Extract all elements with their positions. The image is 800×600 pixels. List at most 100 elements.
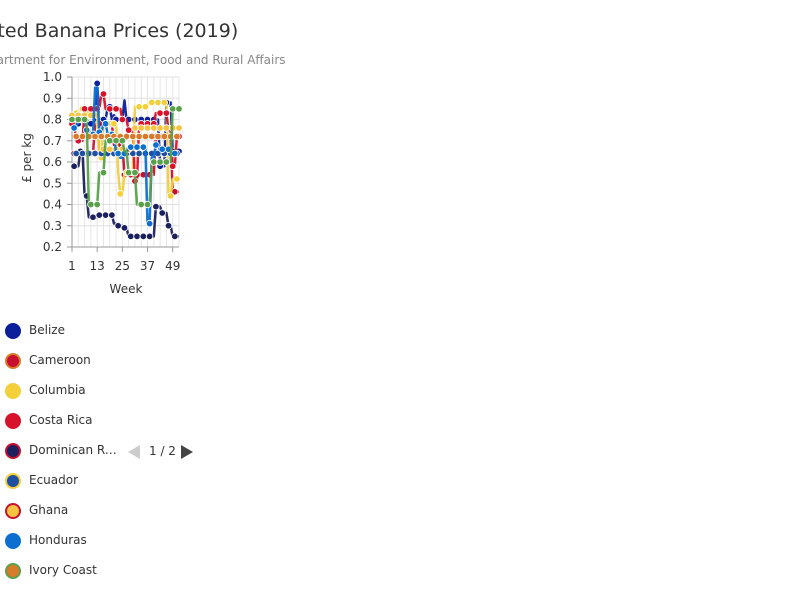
legend-label: Costa Rica <box>29 413 93 427</box>
legend-label: Dominican Re... <box>29 443 119 457</box>
data-point <box>169 105 177 113</box>
legend-item-cameroon[interactable]: Cameroon <box>0 346 140 376</box>
legend-label: Belize <box>29 323 65 337</box>
legend-item-columbia[interactable]: Columbia <box>0 376 140 406</box>
data-point <box>110 120 118 128</box>
data-point <box>162 124 171 132</box>
data-point <box>131 124 139 132</box>
data-point <box>154 132 162 141</box>
legend-marker-icon <box>5 503 21 519</box>
data-point <box>99 90 108 98</box>
data-point <box>148 98 156 107</box>
data-point <box>145 232 154 241</box>
data-point <box>175 124 183 132</box>
legend-label: Honduras <box>29 533 87 547</box>
data-point <box>173 132 181 141</box>
data-point <box>114 149 122 158</box>
data-point <box>137 200 145 209</box>
data-point <box>106 145 114 153</box>
legend-marker-icon <box>5 563 21 579</box>
x-tick-label: 37 <box>140 259 155 273</box>
x-tick-label: 49 <box>165 259 180 273</box>
data-point <box>171 149 179 158</box>
y-tick-label: 0.3 <box>43 219 62 233</box>
data-point <box>93 79 101 88</box>
data-point <box>101 120 110 128</box>
data-point <box>160 98 169 107</box>
legend-marker-icon <box>5 383 21 399</box>
y-tick-label: 0.2 <box>43 240 62 254</box>
legend-marker-icon <box>5 353 21 369</box>
data-point <box>143 200 152 209</box>
data-point <box>108 211 116 219</box>
legend-pager: 1 / 2 <box>128 443 198 461</box>
data-point <box>106 137 114 145</box>
data-point <box>135 149 143 158</box>
data-point <box>70 124 78 132</box>
data-point <box>78 149 87 158</box>
data-point <box>87 200 95 209</box>
y-tick-label: 0.5 <box>43 176 62 190</box>
data-point <box>112 137 120 145</box>
data-point <box>72 132 80 141</box>
data-point <box>150 124 158 132</box>
y-tick-label: 1.0 <box>43 70 62 84</box>
x-tick-label: 25 <box>115 259 130 273</box>
data-point <box>145 219 154 228</box>
y-tick-label: 0.8 <box>43 113 62 127</box>
data-point <box>80 115 89 124</box>
x-tick-label: 13 <box>90 259 105 273</box>
data-point <box>169 162 177 170</box>
legend-item-belize[interactable]: Belize <box>0 316 140 346</box>
data-point <box>156 158 164 166</box>
data-point <box>150 158 158 166</box>
legend-item-ghana[interactable]: Ghana <box>0 496 140 526</box>
legend-label: Ghana <box>29 503 69 517</box>
next-page-icon[interactable] <box>181 445 193 459</box>
legend-item-ivory-coast[interactable]: Ivory Coast <box>0 556 140 586</box>
data-point <box>116 190 124 198</box>
data-point <box>154 98 162 107</box>
y-tick-label: 0.7 <box>43 134 62 148</box>
data-point <box>89 213 97 221</box>
data-point <box>141 103 150 111</box>
legend-item-dominican-republic[interactable]: Dominican Re... <box>0 436 140 466</box>
legend-item-honduras[interactable]: Honduras <box>0 526 140 556</box>
data-point <box>91 149 99 158</box>
data-point <box>95 211 103 219</box>
data-point <box>133 232 141 241</box>
data-point <box>80 105 89 113</box>
data-point <box>101 211 110 219</box>
legend-marker-icon <box>5 323 21 339</box>
data-point <box>152 141 160 149</box>
previous-page-icon[interactable] <box>128 445 140 459</box>
data-point <box>141 132 150 141</box>
x-axis-label: Week <box>109 282 143 296</box>
data-point <box>74 115 82 124</box>
legend-item-ecuador[interactable]: Ecuador <box>0 466 140 496</box>
data-point <box>78 132 87 141</box>
y-tick-label: 0.9 <box>43 91 62 105</box>
legend-marker-icon <box>5 473 21 489</box>
data-point <box>156 124 164 132</box>
data-point <box>162 158 171 166</box>
data-point <box>114 222 122 230</box>
legend-marker-icon <box>5 533 21 549</box>
legend-item-costa-rica[interactable]: Costa Rica <box>0 406 140 436</box>
data-point <box>91 132 99 141</box>
data-point <box>139 143 148 151</box>
data-point <box>127 143 135 151</box>
data-point <box>139 232 148 241</box>
data-point <box>70 162 78 170</box>
data-point <box>152 202 160 211</box>
data-point <box>129 132 137 141</box>
data-point <box>93 200 101 209</box>
data-point <box>135 132 143 141</box>
chart-plot: 0.2 0.3 0.4 0.5 0.6 0.7 0.8 0.9 1.0 1 13 25 37 49 <box>43 70 183 273</box>
data-point <box>133 143 141 151</box>
data-point <box>124 126 133 134</box>
data-point <box>68 115 76 124</box>
data-point <box>158 145 166 153</box>
data-point <box>158 209 166 217</box>
legend-label: Ecuador <box>29 473 79 487</box>
